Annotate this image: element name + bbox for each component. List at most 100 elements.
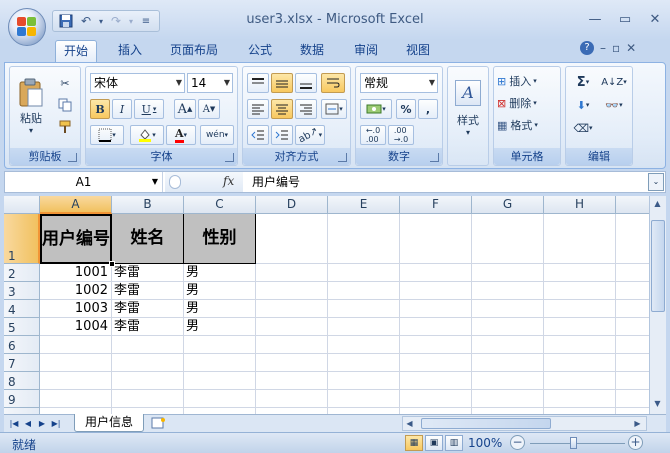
select-all-corner[interactable]	[4, 196, 40, 214]
cell-i8[interactable]	[616, 372, 649, 390]
cell-h8[interactable]	[544, 372, 616, 390]
cell-g1[interactable]	[472, 214, 544, 264]
cell-f1[interactable]	[400, 214, 472, 264]
cell-c8[interactable]	[184, 372, 256, 390]
format-cells-button[interactable]: ▦ 格式 ▾	[496, 116, 558, 134]
cell-e9[interactable]	[328, 390, 400, 408]
sort-filter-button[interactable]: A↓Z ▾	[600, 72, 628, 92]
paste-button[interactable]: 粘贴 ▾	[13, 70, 49, 142]
cell-h7[interactable]	[544, 354, 616, 372]
row-header-2[interactable]: 2	[4, 264, 40, 282]
styles-button[interactable]: A 样式 ▾	[451, 70, 485, 146]
cell-c9[interactable]	[184, 390, 256, 408]
horizontal-scrollbar[interactable]: ◀ ▶	[402, 416, 647, 431]
cell-c3[interactable]: 男	[184, 282, 256, 300]
scroll-up-icon[interactable]: ▲	[650, 196, 665, 211]
cell-h5[interactable]	[544, 318, 616, 336]
row-header-8[interactable]: 8	[4, 372, 40, 390]
cell-g9[interactable]	[472, 390, 544, 408]
increase-indent-button[interactable]	[271, 125, 293, 145]
phonetic-button[interactable]: wén ▾	[200, 125, 234, 145]
last-sheet-icon[interactable]: ▶|	[50, 415, 62, 432]
cell-b9[interactable]	[112, 390, 184, 408]
scroll-right-icon[interactable]: ▶	[631, 417, 644, 430]
font-name-select[interactable]: 宋体 ▼	[90, 73, 185, 93]
cell-d3[interactable]	[256, 282, 328, 300]
cell-d6[interactable]	[256, 336, 328, 354]
cell-d4[interactable]	[256, 300, 328, 318]
vertical-scrollbar[interactable]: ▲ ▼	[649, 196, 666, 414]
zoom-out-icon[interactable]: −	[510, 435, 525, 450]
cell-h3[interactable]	[544, 282, 616, 300]
cell-a5[interactable]: 1004	[40, 318, 112, 336]
delete-cells-button[interactable]: ⊠ 删除 ▾	[496, 94, 558, 112]
doc-minimize-icon[interactable]: –	[600, 41, 606, 55]
page-break-view-icon[interactable]: ▥	[445, 435, 463, 451]
decrease-decimal-button[interactable]: .00 →.0	[388, 125, 414, 145]
cell-c6[interactable]	[184, 336, 256, 354]
cell-a3[interactable]: 1002	[40, 282, 112, 300]
align-middle-button[interactable]	[271, 73, 293, 93]
cell-f8[interactable]	[400, 372, 472, 390]
first-sheet-icon[interactable]: |◀	[8, 415, 20, 432]
cell-e2[interactable]	[328, 264, 400, 282]
row-header-6[interactable]: 6	[4, 336, 40, 354]
cell-a6[interactable]	[40, 336, 112, 354]
insert-sheet-icon[interactable]	[148, 415, 170, 431]
cell-g7[interactable]	[472, 354, 544, 372]
row-header-4[interactable]: 4	[4, 300, 40, 318]
cell-f5[interactable]	[400, 318, 472, 336]
cell-g4[interactable]	[472, 300, 544, 318]
wrap-text-button[interactable]	[321, 73, 345, 93]
insert-cells-button[interactable]: ⊞ 插入 ▾	[496, 72, 558, 90]
zoom-slider-thumb[interactable]	[570, 437, 577, 449]
row-header-7[interactable]: 7	[4, 354, 40, 372]
next-sheet-icon[interactable]: ▶	[36, 415, 48, 432]
italic-button[interactable]: I	[112, 99, 132, 119]
cell-f7[interactable]	[400, 354, 472, 372]
tab-insert[interactable]: 插入	[110, 40, 150, 62]
format-painter-icon[interactable]	[54, 117, 76, 137]
help-icon[interactable]: ?	[580, 41, 594, 55]
currency-button[interactable]: ▾	[360, 99, 392, 119]
sheet-tab-user-info[interactable]: 用户信息	[74, 414, 144, 432]
expand-formula-bar-icon[interactable]: ⌄	[648, 173, 664, 191]
clear-button[interactable]: ⌫ ▾	[570, 118, 596, 138]
cell-b8[interactable]	[112, 372, 184, 390]
cell-i9[interactable]	[616, 390, 649, 408]
column-header-d[interactable]: D	[256, 196, 328, 214]
cell-b1[interactable]: 姓名	[112, 214, 184, 264]
page-layout-view-icon[interactable]: ▣	[425, 435, 443, 451]
cell-c2[interactable]: 男	[184, 264, 256, 282]
cell-e1[interactable]	[328, 214, 400, 264]
underline-button[interactable]: U ▾	[134, 99, 164, 119]
cell-f9[interactable]	[400, 390, 472, 408]
column-header-partial[interactable]	[616, 196, 649, 214]
autosum-button[interactable]: Σ ▾	[570, 72, 596, 92]
cell-i3[interactable]	[616, 282, 649, 300]
cell-a1[interactable]: 用户编号	[40, 214, 112, 264]
cell-e4[interactable]	[328, 300, 400, 318]
tab-page-layout[interactable]: 页面布局	[162, 40, 226, 62]
cell-h6[interactable]	[544, 336, 616, 354]
cell-c1[interactable]: 性别	[184, 214, 256, 264]
number-launcher-icon[interactable]	[430, 153, 439, 162]
column-header-b[interactable]: B	[112, 196, 184, 214]
cell-i4[interactable]	[616, 300, 649, 318]
copy-icon[interactable]	[54, 95, 76, 115]
cell-b4[interactable]: 李雷	[112, 300, 184, 318]
row-header-1[interactable]: 1	[4, 214, 40, 264]
fill-color-button[interactable]: ▾	[130, 125, 164, 145]
cell-b6[interactable]	[112, 336, 184, 354]
comma-button[interactable]: ,	[418, 99, 438, 119]
cell-e6[interactable]	[328, 336, 400, 354]
cell-e7[interactable]	[328, 354, 400, 372]
close-icon[interactable]: ✕	[640, 8, 670, 30]
cell-g5[interactable]	[472, 318, 544, 336]
formula-bar-grip-icon[interactable]	[169, 175, 181, 189]
office-button[interactable]	[8, 8, 46, 46]
doc-close-icon[interactable]: ✕	[626, 41, 636, 55]
number-format-select[interactable]: 常规 ▼	[360, 73, 438, 93]
find-select-button[interactable]: 👓 ▾	[600, 95, 628, 115]
fill-button[interactable]: ⬇ ▾	[570, 95, 596, 115]
